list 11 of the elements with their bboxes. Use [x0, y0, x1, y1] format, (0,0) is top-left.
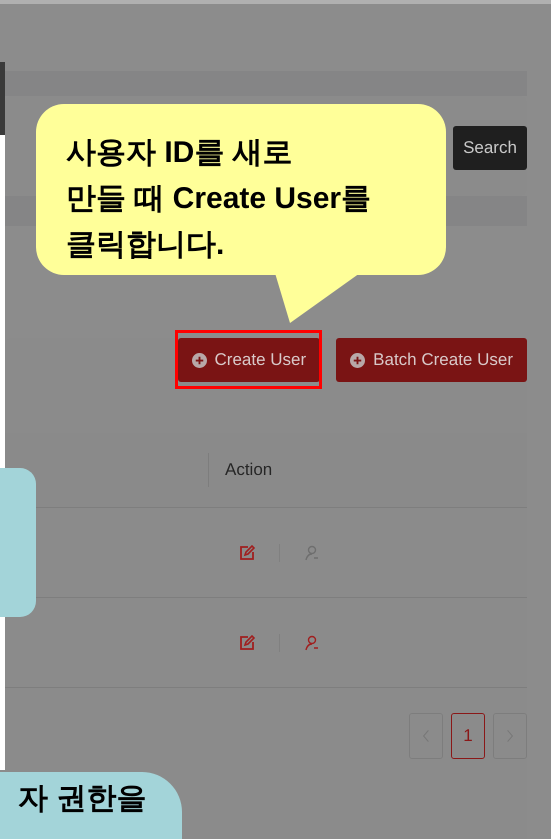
create-user-button[interactable]: Create User	[178, 338, 320, 382]
plus-icon	[350, 352, 366, 368]
edit-icon[interactable]	[239, 544, 255, 560]
callout-text: 사용자 ID를 새로 만들 때 Create User를 클릭합니다.	[66, 135, 372, 263]
plus-icon	[192, 352, 207, 368]
batch-create-button[interactable]: Batch Create User	[336, 338, 527, 382]
column-header: Action	[208, 453, 272, 487]
edit-icon[interactable]	[239, 634, 255, 650]
remove-user-icon[interactable]	[304, 634, 320, 650]
callout-text: 자 권한을	[18, 781, 148, 817]
search-button[interactable]: Search	[453, 126, 527, 170]
